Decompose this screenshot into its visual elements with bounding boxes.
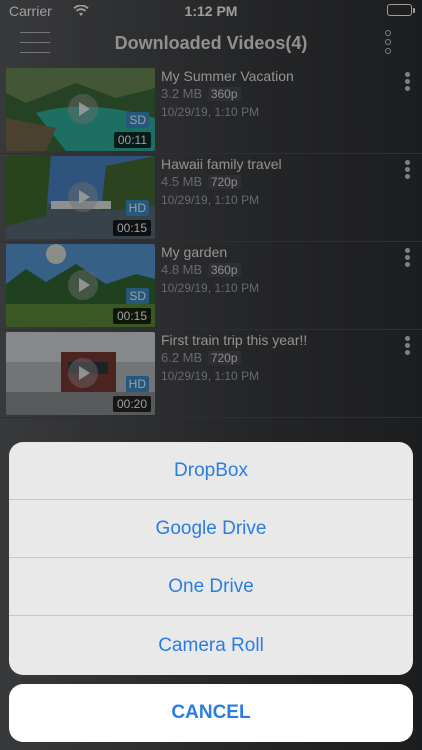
action-camera-roll[interactable]: Camera Roll xyxy=(9,616,413,675)
cancel-button[interactable]: CANCEL xyxy=(9,684,413,742)
action-google-drive[interactable]: Google Drive xyxy=(9,500,413,558)
action-one-drive[interactable]: One Drive xyxy=(9,558,413,616)
action-dropbox[interactable]: DropBox xyxy=(9,442,413,500)
action-sheet: DropBox Google Drive One Drive Camera Ro… xyxy=(9,442,413,675)
